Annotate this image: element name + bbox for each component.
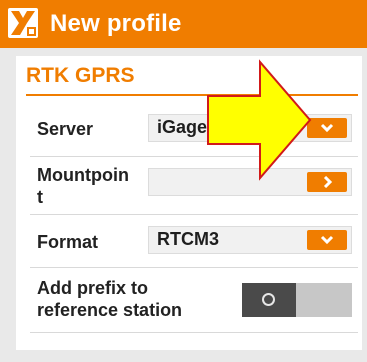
server-label: Server	[37, 119, 94, 139]
app-header: New profile	[0, 0, 367, 48]
toggle-knob	[242, 283, 296, 317]
section-title: RTK GPRS	[26, 64, 135, 87]
format-dropdown-button[interactable]	[307, 230, 347, 250]
mountpoint-select-button[interactable]	[307, 172, 347, 192]
format-value: RTCM3	[157, 229, 219, 249]
row-divider	[30, 267, 358, 268]
app-logo-icon	[8, 8, 38, 38]
callout-arrow-icon	[207, 59, 312, 181]
toggle-off-icon	[262, 293, 275, 306]
chevron-right-icon	[323, 176, 333, 188]
format-label: Format	[37, 232, 99, 252]
mountpoint-label: Mountpoin t	[37, 165, 129, 207]
page-title: New profile	[50, 10, 182, 37]
prefix-label: Add prefix to reference station	[37, 278, 183, 320]
prefix-toggle[interactable]	[242, 283, 352, 317]
format-select[interactable]: RTCM3	[148, 226, 352, 254]
chevron-down-icon	[320, 123, 334, 133]
server-dropdown-button[interactable]	[307, 118, 347, 138]
row-divider	[30, 214, 358, 215]
row-divider	[30, 332, 358, 333]
chevron-down-icon	[320, 235, 334, 245]
